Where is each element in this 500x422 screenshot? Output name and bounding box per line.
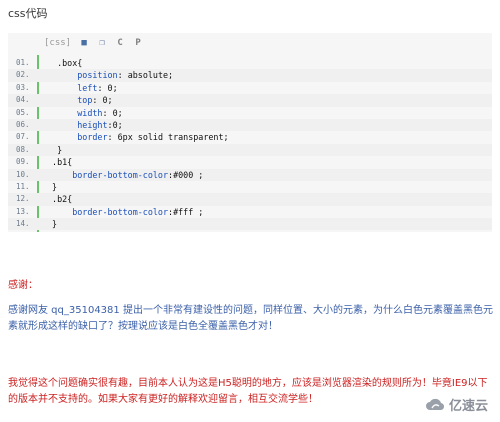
css-value: :#fff ; (168, 206, 204, 217)
css-value: } (57, 144, 63, 155)
code-text: .box{ (47, 57, 82, 69)
line-number: 10. (16, 169, 30, 179)
code-line: 07. border: 6px solid transparent; (8, 131, 492, 143)
brand-watermark: 亿速云 (425, 395, 488, 414)
code-text: } (47, 218, 57, 230)
line-number: 08. (16, 144, 30, 154)
code-language-label: [css] (44, 38, 72, 48)
css-property: width (77, 107, 103, 118)
code-line: 10. border-bottom-color:#000 ; (8, 168, 492, 181)
code-toolbar: [css] ■ ❐ C P (44, 33, 492, 53)
css-value: :0; (107, 119, 123, 130)
css-property: border-bottom-color (72, 206, 169, 217)
css-property: top (77, 95, 93, 106)
code-text: } (47, 181, 57, 193)
code-text: border-bottom-color:#000 ; (47, 169, 203, 181)
css-value: :#000 ; (168, 169, 204, 180)
code-line: 08. } (8, 143, 492, 157)
line-number: 09. (16, 157, 30, 167)
copy-icon[interactable]: ❐ (97, 38, 107, 48)
css-value: : 0; (102, 107, 123, 118)
css-value: } (52, 219, 58, 230)
code-text: left: 0; (47, 82, 118, 94)
line-number: 13. (16, 206, 30, 216)
line-number: 07. (16, 132, 30, 142)
css-property: left (77, 82, 98, 93)
css-value: : 0; (97, 82, 118, 93)
code-text: height:0; (47, 119, 123, 131)
line-number: 04. (16, 95, 30, 105)
css-value: } (52, 181, 58, 192)
css-value: : 6px solid transparent; (107, 132, 229, 143)
line-number: 06. (16, 119, 30, 129)
line-number: 01. (16, 58, 30, 67)
code-text: } (47, 144, 62, 156)
help-icon[interactable]: P (133, 38, 143, 48)
code-text: .b1{ (47, 156, 72, 168)
css-value: .box{ (57, 58, 83, 68)
code-text: .b2{ (47, 193, 72, 205)
css-property: position (77, 70, 118, 81)
code-line: 09. .b1{ (8, 156, 492, 168)
code-line: 12. .b2{ (8, 193, 492, 206)
code-line: 04. top: 0; (8, 94, 492, 107)
thanks-title: 感谢： (8, 280, 38, 291)
brand-name: 亿速云 (448, 399, 488, 414)
thanks-body: 感谢网友 qq_35104381 提出一个非常有建设性的问题，同样位置、大小的元… (8, 305, 493, 332)
author-note: 我觉得这个问题确实很有趣，目前本人认为这是H5聪明的地方，应该是浏览器渲染的规则… (8, 378, 488, 405)
line-number: 02. (16, 70, 30, 80)
line-number: 11. (16, 181, 30, 191)
css-property: border-bottom-color (72, 169, 169, 180)
code-line: 06. height:0; (8, 118, 492, 132)
code-text: width: 0; (47, 107, 123, 119)
css-value: .b1{ (52, 157, 73, 168)
css-value: : 0; (92, 95, 113, 106)
code-line: 01. .box{ (8, 57, 492, 69)
code-line: 13. border-bottom-color:#fff ; (8, 206, 492, 218)
code-text: border-bottom-color:#fff ; (47, 206, 203, 218)
code-line: 14. } (8, 218, 492, 231)
section-heading: css代码 (8, 7, 48, 20)
code-line: 02. position: absolute; (8, 69, 492, 82)
line-number: 12. (16, 194, 30, 204)
code-line: 05. width: 0; (8, 107, 492, 119)
css-property: height (77, 119, 108, 130)
cloud-logo-icon (425, 398, 445, 410)
code-line: 11. } (8, 181, 492, 193)
line-number: 14. (16, 219, 30, 229)
view-source-icon[interactable]: ■ (79, 38, 89, 48)
code-block: [css] ■ ❐ C P 01. .box{02. position: abs… (8, 33, 492, 232)
code-lines: 01. .box{02. position: absolute; 03. left… (8, 57, 492, 231)
code-text: top: 0; (47, 94, 113, 106)
css-value: : absolute; (117, 70, 174, 81)
print-icon[interactable]: C (115, 38, 125, 48)
line-number: 05. (16, 107, 30, 117)
line-number: 03. (16, 82, 30, 92)
code-text: border: 6px solid transparent; (47, 131, 229, 143)
code-line: 03. left: 0; (8, 82, 492, 94)
css-property: border (77, 132, 108, 143)
css-value: .b2{ (52, 194, 73, 205)
code-text: position: absolute; (47, 69, 173, 81)
